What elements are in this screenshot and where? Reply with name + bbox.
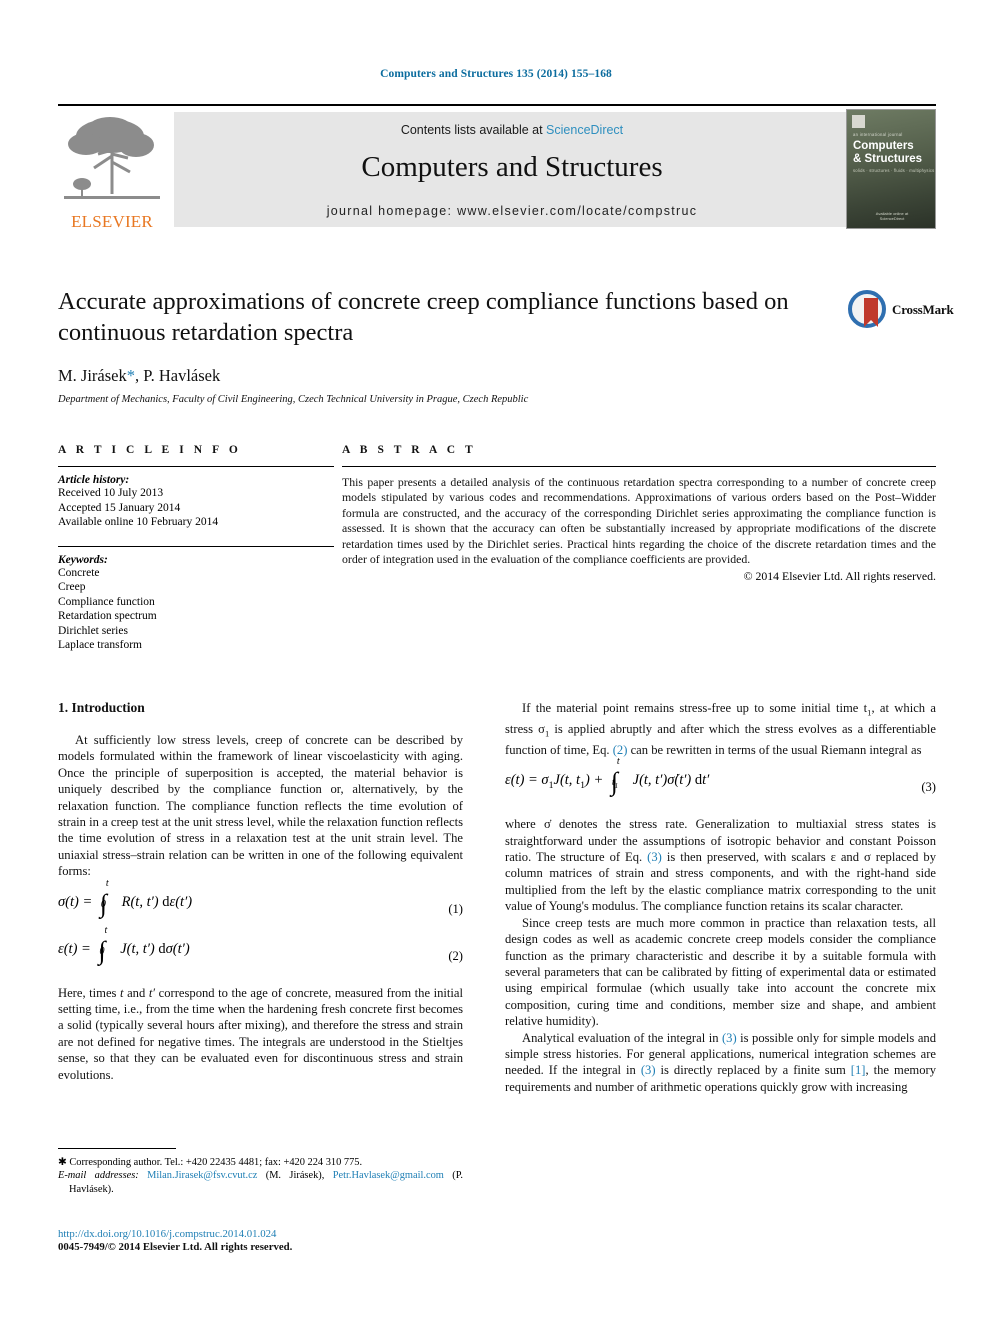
cover-subtitle: solids · structures · fluids · multiphys… bbox=[853, 168, 935, 173]
equation-1: σ(t) = ∫ t 0 R(t, t′) dε(t′) (1) bbox=[58, 877, 463, 927]
author-2: , P. Havlásek bbox=[135, 366, 221, 385]
history-online: Available online 10 February 2014 bbox=[58, 516, 219, 528]
elsevier-tree-icon bbox=[64, 117, 160, 199]
article-history-label: Article history: bbox=[58, 474, 130, 486]
section-heading-introduction: 1. Introduction bbox=[58, 700, 145, 715]
article-info-column: A R T I C L E I N F O Article history: R… bbox=[58, 444, 334, 653]
affiliation: Department of Mechanics, Faculty of Civi… bbox=[58, 394, 529, 405]
cover-footer-line2: ScienceDirect bbox=[879, 216, 905, 221]
para-seg: If the material point remains stress-fre… bbox=[522, 701, 868, 715]
paragraph: At sufficiently low stress levels, creep… bbox=[58, 733, 463, 879]
abstract-heading: A B S T R A C T bbox=[342, 444, 477, 456]
para-seg: correspond to the age of concrete, measu… bbox=[58, 985, 463, 1082]
para-seg: Analytical evaluation of the integral in bbox=[522, 1030, 722, 1045]
para-seg: and bbox=[123, 985, 149, 1000]
email-addresses-label: E-mail addresses: bbox=[58, 1170, 139, 1182]
equation-reference-link[interactable]: (3) bbox=[722, 1031, 737, 1045]
elsevier-logo: ELSEVIER bbox=[58, 110, 166, 232]
email-link-1[interactable]: Milan.Jirasek@fsv.cvut.cz bbox=[147, 1170, 257, 1181]
journal-homepage[interactable]: journal homepage: www.elsevier.com/locat… bbox=[174, 204, 850, 218]
author-1: M. Jirásek bbox=[58, 366, 127, 385]
keyword-item: Creep bbox=[58, 581, 86, 593]
paragraph: Analytical evaluation of the integral in… bbox=[505, 1030, 936, 1096]
body-column-left: 1. Introduction At sufficiently low stre… bbox=[58, 700, 463, 1083]
sciencedirect-link[interactable]: ScienceDirect bbox=[546, 123, 623, 137]
abstract-column: A B S T R A C T This paper presents a de… bbox=[342, 444, 936, 584]
paragraph: Since creep tests are much more common i… bbox=[505, 915, 936, 1029]
title-block: Accurate approximations of concrete cree… bbox=[58, 286, 848, 405]
para-seg: Here, times bbox=[58, 985, 121, 1000]
keyword-item: Retardation spectrum bbox=[58, 610, 157, 622]
footnote-emails: E-mail addresses: Milan.Jirasek@fsv.cvut… bbox=[58, 1169, 463, 1196]
contents-prefix: Contents lists available at bbox=[400, 123, 547, 137]
journal-masthead: ELSEVIER Contents lists available at Sci… bbox=[58, 104, 936, 232]
cover-footer: Available online at ScienceDirect bbox=[847, 211, 935, 221]
cover-title: Computers & Structures bbox=[853, 140, 922, 166]
keyword-item: Compliance function bbox=[58, 595, 155, 608]
journal-cover-thumbnail: an international journal Computers & Str… bbox=[846, 109, 936, 229]
body-column-right: If the material point remains stress-fre… bbox=[505, 700, 936, 1095]
corresponding-author-marker: * bbox=[126, 366, 135, 385]
crossmark-circle-icon bbox=[848, 290, 886, 328]
keywords-rule bbox=[58, 545, 334, 547]
cover-publisher-mark-icon bbox=[852, 115, 865, 128]
elsevier-wordmark: ELSEVIER bbox=[71, 212, 153, 231]
running-head: Computers and Structures 135 (2014) 155–… bbox=[380, 68, 612, 80]
footnote-marker: ✱ bbox=[58, 1157, 70, 1168]
abstract-copyright: © 2014 Elsevier Ltd. All rights reserved… bbox=[743, 569, 936, 584]
keywords-block: Keywords: Concrete Creep Compliance func… bbox=[58, 545, 334, 653]
crossmark-label: CrossMark bbox=[892, 302, 954, 317]
paragraph: Here, times t and t′ correspond to the a… bbox=[58, 985, 463, 1083]
equation-2-expression: ε(t) = ∫ t 0 J(t, t′) dσ(t′) bbox=[58, 924, 190, 965]
abstract-body: This paper presents a detailed analysis … bbox=[342, 475, 936, 567]
cover-title-line1: Computers bbox=[853, 140, 914, 152]
keyword-item: Laplace transform bbox=[58, 639, 142, 651]
doi-link[interactable]: http://dx.doi.org/10.1016/j.compstruc.20… bbox=[58, 1228, 478, 1240]
article-info-heading: A R T I C L E I N F O bbox=[58, 444, 242, 456]
journal-title: Computers and Structures bbox=[361, 151, 663, 183]
equation-2-number: (2) bbox=[448, 948, 463, 963]
cover-kicker: an international journal bbox=[853, 132, 903, 137]
footer-block: http://dx.doi.org/10.1016/j.compstruc.20… bbox=[58, 1228, 478, 1253]
abstract-rule bbox=[342, 466, 936, 467]
footnote-text: Corresponding author. Tel.: +420 22435 4… bbox=[69, 1157, 363, 1168]
article-info-rule-top bbox=[58, 466, 334, 467]
footnote-corresponding-author: ✱ Corresponding author. Tel.: +420 22435… bbox=[58, 1156, 463, 1169]
email-name-1: (M. Jirásek), bbox=[257, 1170, 333, 1182]
equation-1-expression: σ(t) = ∫ t 0 R(t, t′) dε(t′) bbox=[58, 877, 193, 918]
equation-reference-link[interactable]: (3) bbox=[641, 1063, 656, 1077]
author-list: M. Jirásek*, P. Havlásek bbox=[58, 366, 848, 386]
keyword-item: Concrete bbox=[58, 566, 100, 579]
article-title: Accurate approximations of concrete cree… bbox=[58, 288, 789, 346]
paragraph: If the material point remains stress-fre… bbox=[505, 700, 936, 758]
crossmark-ribbon-icon bbox=[864, 298, 878, 327]
para-seg: is directly replaced by a finite sum bbox=[655, 1063, 851, 1078]
para-seg: can be rewritten in terms of the usual R… bbox=[627, 742, 922, 757]
equation-1-number: (1) bbox=[448, 901, 463, 916]
cover-title-line2: & Structures bbox=[853, 153, 923, 165]
paragraph: where σ̇ denotes the stress rate. Genera… bbox=[505, 816, 936, 914]
email-link-2[interactable]: Petr.Havlasek@gmail.com bbox=[333, 1170, 444, 1181]
paper-page: Computers and Structures 135 (2014) 155–… bbox=[0, 0, 992, 1323]
crossmark-badge[interactable]: CrossMark bbox=[848, 290, 954, 330]
footnote-block: ✱ Corresponding author. Tel.: +420 22435… bbox=[58, 1148, 463, 1196]
history-received: Received 10 July 2013 bbox=[58, 487, 164, 499]
issn-copyright: 0045-7949/© 2014 Elsevier Ltd. All right… bbox=[58, 1241, 293, 1253]
equation-2: ε(t) = ∫ t 0 J(t, t′) dσ(t′) (2) bbox=[58, 924, 463, 974]
contents-available-line: Contents lists available at ScienceDirec… bbox=[174, 112, 850, 137]
footnote-rule bbox=[58, 1148, 176, 1149]
keywords-label: Keywords: bbox=[58, 553, 108, 566]
keyword-item: Dirichlet series bbox=[58, 624, 128, 637]
equation-3-expression: ε(t) = σ1J(t, t1) + ∫ t t1 J(t, t′)σ̇(t′) … bbox=[505, 756, 710, 797]
citation-reference-link[interactable]: [1] bbox=[851, 1063, 866, 1077]
equation-reference-link[interactable]: (3) bbox=[647, 850, 662, 864]
equation-3: ε(t) = σ1J(t, t1) + ∫ t t1 J(t, t′)σ̇(t′) … bbox=[505, 756, 936, 805]
contents-box: Contents lists available at ScienceDirec… bbox=[174, 112, 850, 227]
history-accepted: Accepted 15 January 2014 bbox=[58, 501, 181, 514]
equation-3-number: (3) bbox=[921, 780, 936, 795]
equation-reference-link[interactable]: (2) bbox=[613, 743, 628, 757]
